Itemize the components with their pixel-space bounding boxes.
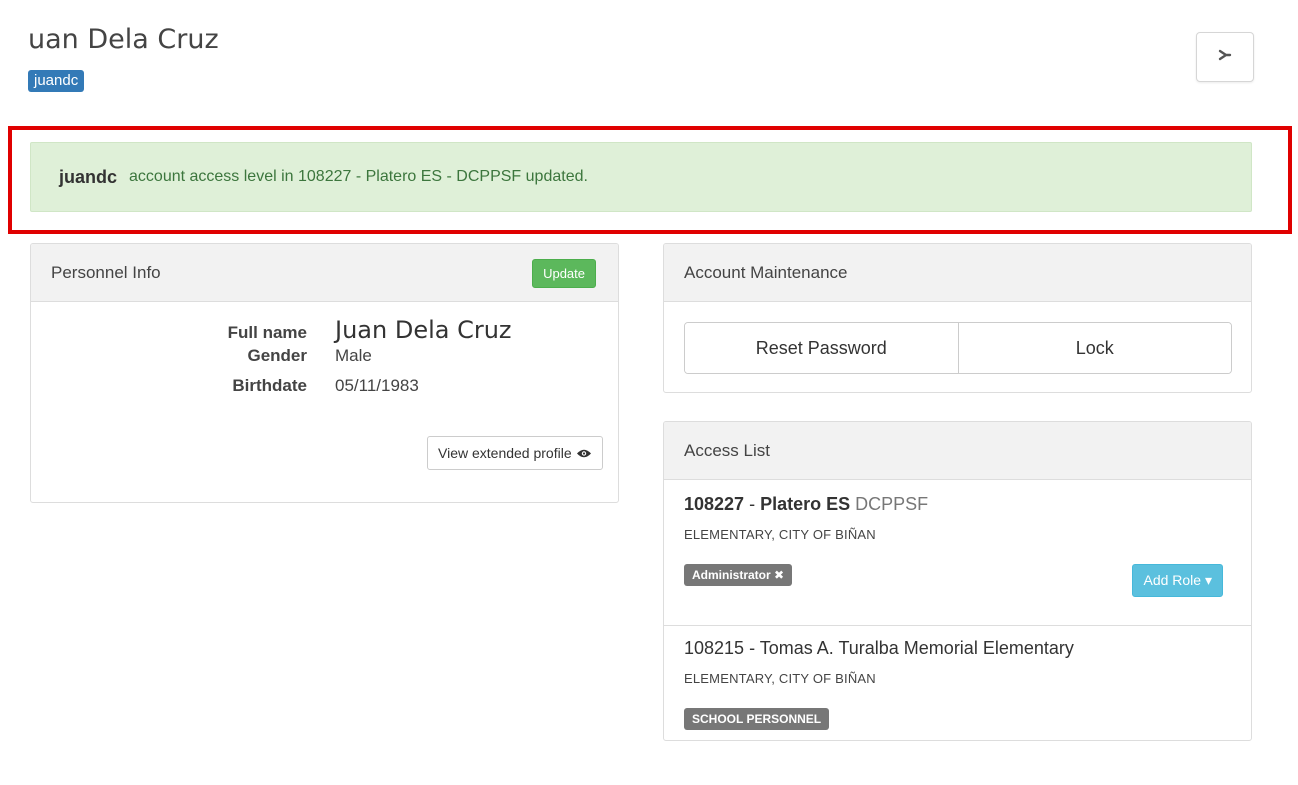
add-role-button[interactable]: Add Role ▾ <box>1132 564 1223 597</box>
access-item-title: 108215 - Tomas A. Turalba Memorial Eleme… <box>684 638 1074 658</box>
school-suffix: DCPPSF <box>850 494 929 514</box>
birthdate-value: 05/11/1983 <box>335 376 419 395</box>
username-badge: juandc <box>28 70 85 92</box>
view-extended-profile-label: View extended profile <box>438 445 572 461</box>
account-maintenance-panel: Account Maintenance Reset Password Lock <box>663 243 1252 393</box>
title-separator: - <box>744 494 761 514</box>
role-badge-administrator[interactable]: Administrator ✖ <box>684 564 793 586</box>
field-full-name: Full name Juan Dela Cruz <box>31 316 618 346</box>
access-item-title: 108227 - Platero ES DCPPSF <box>684 494 1231 515</box>
app-window: uan Dela Cruz juandc juandc account acce… <box>0 0 1298 785</box>
access-item-subtitle: ELEMENTARY, CITY OF BIÑAN <box>684 671 876 686</box>
alert-message: account access level in 108227 - Platero… <box>129 168 588 185</box>
account-maintenance-header: Account Maintenance <box>664 244 1251 302</box>
collapse-icon <box>1216 46 1234 69</box>
field-label: Birthdate <box>232 376 307 395</box>
field-label: Gender <box>247 346 307 365</box>
access-list-item: 108227 - Platero ES DCPPSF ELEMENTARY, C… <box>664 494 1251 597</box>
page-title: uan Dela Cruz <box>28 24 219 55</box>
full-name-value: Juan Dela Cruz <box>335 316 512 344</box>
account-actions: Reset Password Lock <box>684 322 1232 374</box>
role-badge-school-personnel: SCHOOL PERSONNEL <box>684 708 830 730</box>
school-code: 108227 <box>684 494 745 514</box>
field-gender: Gender Male <box>31 346 618 376</box>
personnel-fields: Full name Juan Dela Cruz Gender Male Bir… <box>31 316 618 406</box>
success-alert: juandc account access level in 108227 - … <box>30 142 1252 212</box>
school-name: Platero ES <box>760 494 851 514</box>
update-button[interactable]: Update <box>532 259 596 288</box>
access-list-panel: Access List 108227 - Platero ES DCPPSF E… <box>663 421 1252 741</box>
access-item-subtitle: ELEMENTARY, CITY OF BIÑAN <box>684 527 876 542</box>
lock-button[interactable]: Lock <box>958 323 1231 373</box>
alert-username: juandc <box>59 166 118 187</box>
personnel-info-header: Personnel Info Update <box>31 244 618 302</box>
view-extended-profile-button[interactable]: View extended profile <box>427 436 603 470</box>
personnel-info-panel: Personnel Info Update Full name Juan Del… <box>30 243 619 503</box>
collapse-button[interactable] <box>1196 32 1254 82</box>
reset-password-button[interactable]: Reset Password <box>685 323 959 373</box>
access-list-item: 108215 - Tomas A. Turalba Memorial Eleme… <box>664 625 1251 730</box>
gender-value: Male <box>335 346 372 365</box>
personnel-info-title: Personnel Info <box>51 262 161 282</box>
access-list-title: Access List <box>684 440 770 460</box>
field-birthdate: Birthdate 05/11/1983 <box>31 376 618 406</box>
eye-icon <box>576 445 592 461</box>
field-label: Full name <box>227 323 307 342</box>
account-maintenance-title: Account Maintenance <box>684 262 848 282</box>
access-list-header: Access List <box>664 422 1251 480</box>
